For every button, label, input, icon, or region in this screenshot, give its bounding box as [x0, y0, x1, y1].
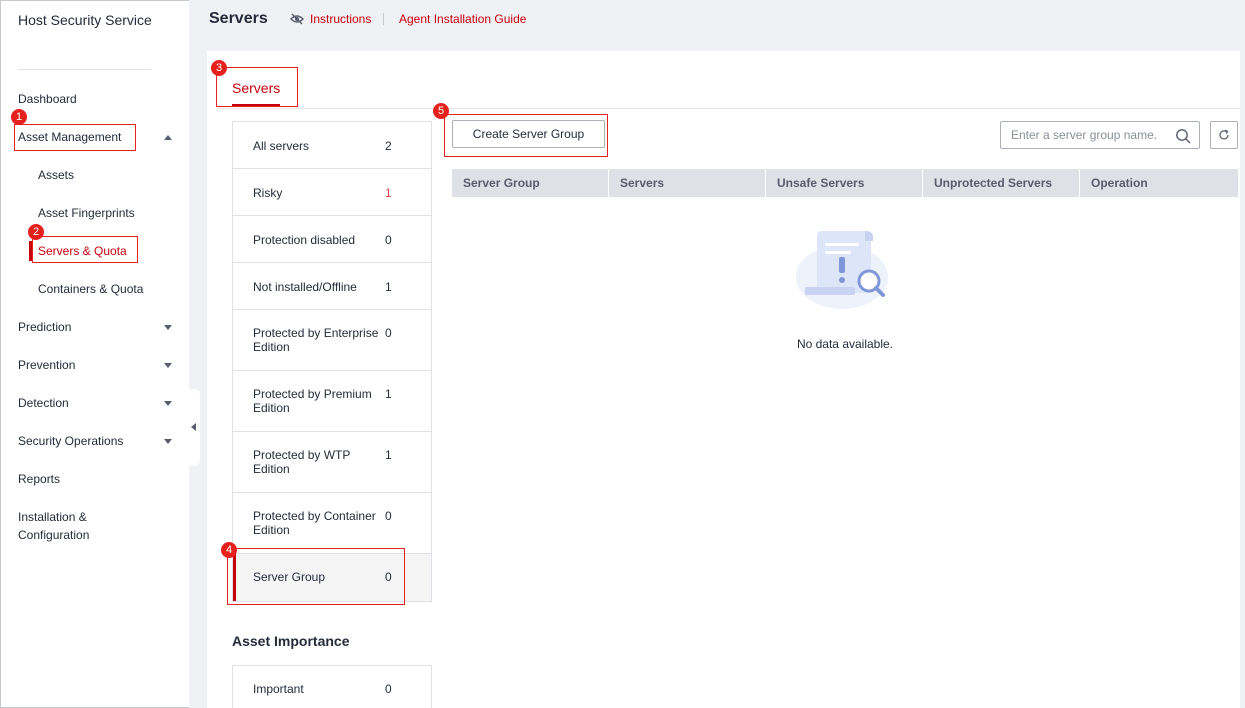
sidebar-item-prediction[interactable]: Prediction [18, 317, 71, 337]
category-label: Protection disabled [253, 233, 356, 247]
category-count: 0 [385, 509, 392, 523]
column-header-servers: Servers [609, 169, 766, 197]
category-premium-edition[interactable]: Protected by Premium Edition 1 [233, 371, 431, 432]
sidebar-item-installation-configuration[interactable]: Installation & Configuration [18, 508, 138, 544]
instructions-link[interactable]: Instructions [310, 12, 371, 26]
category-count: 0 [385, 682, 392, 696]
callout-box-create-server-group [444, 114, 608, 157]
category-count: 1 [385, 387, 392, 401]
category-count: 1 [385, 448, 392, 462]
callout-box-servers-tab [216, 67, 298, 107]
callout-badge: 5 [433, 103, 449, 119]
sidebar-item-security-operations[interactable]: Security Operations [18, 431, 123, 451]
chevron-up-icon[interactable] [164, 135, 172, 140]
asset-importance-list: Important 0 [232, 665, 432, 708]
search-box [1000, 121, 1200, 149]
no-data-illustration-icon [796, 231, 888, 309]
category-count: 0 [385, 326, 392, 340]
column-header-unprotected-servers: Unprotected Servers [923, 169, 1080, 197]
agent-installation-guide-link[interactable]: Agent Installation Guide [399, 12, 526, 26]
category-container-edition[interactable]: Protected by Container Edition 0 [233, 493, 431, 554]
column-header-unsafe-servers: Unsafe Servers [766, 169, 923, 197]
search-icon[interactable] [1175, 128, 1191, 144]
sidebar-collapse-handle[interactable] [188, 389, 200, 466]
category-count: 2 [385, 139, 392, 153]
sidebar-item-asset-fingerprints[interactable]: Asset Fingerprints [38, 203, 135, 223]
category-label: All servers [253, 139, 310, 153]
refresh-icon [1219, 129, 1229, 140]
callout-badge: 1 [11, 109, 27, 125]
callout-box-asset-management [14, 124, 136, 151]
sidebar-item-dashboard[interactable]: Dashboard [18, 89, 77, 109]
category-wtp-edition[interactable]: Protected by WTP Edition 1 [233, 432, 431, 493]
category-label: Protected by Premium Edition [253, 387, 372, 415]
category-count: 0 [385, 233, 392, 247]
column-header-operation: Operation [1091, 176, 1148, 190]
asset-importance-title: Asset Importance [232, 633, 350, 649]
tabs-divider [217, 108, 1240, 109]
category-all-servers[interactable]: All servers 2 [233, 122, 431, 169]
chevron-down-icon[interactable] [164, 363, 172, 368]
callout-badge: 3 [211, 60, 227, 76]
chevron-down-icon[interactable] [164, 325, 172, 330]
category-risky[interactable]: Risky 1 [233, 169, 431, 216]
table-header: Server Group Servers Unsafe Servers Unpr… [452, 169, 1238, 197]
category-label: Not installed/Offline [253, 280, 357, 294]
refresh-button[interactable] [1210, 121, 1238, 149]
category-count: 1 [385, 186, 392, 200]
importance-important[interactable]: Important 0 [233, 666, 431, 708]
category-label: Protected by Container Edition [253, 509, 376, 537]
callout-badge: 2 [28, 224, 44, 240]
category-label: Risky [253, 186, 283, 200]
eye-slash-icon [290, 13, 304, 25]
chevron-down-icon[interactable] [164, 439, 172, 444]
category-label: Protected by Enterprise Edition [253, 326, 379, 354]
sidebar-item-reports[interactable]: Reports [18, 469, 60, 489]
chevron-down-icon[interactable] [164, 401, 172, 406]
category-not-installed-offline[interactable]: Not installed/Offline 1 [233, 263, 431, 310]
server-category-list: All servers 2 Risky 1 Protection disable… [232, 121, 432, 602]
collapse-left-icon [191, 423, 196, 431]
sidebar-item-detection[interactable]: Detection [18, 393, 69, 413]
main-panel: Servers All servers 2 Risky 1 Protection… [207, 51, 1240, 708]
link-separator [383, 13, 384, 25]
empty-state-text: No data available. [796, 337, 894, 351]
column-header-server-group: Server Group [452, 169, 609, 197]
sidebar-item-assets[interactable]: Assets [38, 165, 74, 185]
callout-badge: 4 [221, 542, 237, 558]
category-label: Protected by WTP Edition [253, 448, 351, 476]
top-bar: Servers Instructions Agent Installation … [189, 0, 1245, 40]
sidebar-item-prevention[interactable]: Prevention [18, 355, 75, 375]
app-title: Host Security Service [18, 12, 152, 28]
category-enterprise-edition[interactable]: Protected by Enterprise Edition 0 [233, 310, 431, 371]
category-label: Important [253, 682, 304, 696]
server-group-search-input[interactable] [1001, 122, 1169, 148]
page-title: Servers [209, 10, 268, 27]
category-protection-disabled[interactable]: Protection disabled 0 [233, 216, 431, 263]
category-count: 1 [385, 280, 392, 294]
callout-box-servers-quota [32, 236, 138, 263]
sidebar-divider [18, 69, 151, 70]
callout-box-server-group [227, 548, 405, 605]
sidebar-item-containers-quota[interactable]: Containers & Quota [38, 279, 143, 299]
sidebar: Host Security Service Dashboard Asset Ma… [0, 0, 189, 708]
